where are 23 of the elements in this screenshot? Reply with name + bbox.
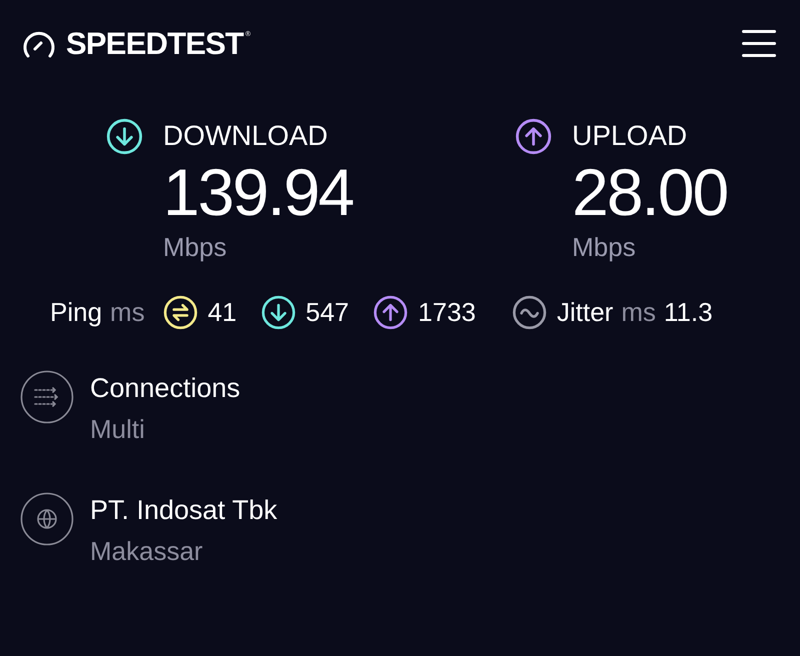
globe-icon: [20, 492, 74, 546]
wave-icon: [512, 295, 547, 330]
result-label: UPLOAD: [572, 119, 688, 153]
jitter-label: Jitter: [556, 296, 614, 329]
result-label: DOWNLOAD: [163, 119, 329, 153]
result-unit: Mbps: [572, 231, 637, 264]
result-value: 28.00: [572, 155, 728, 229]
ping-value: 547: [306, 296, 350, 329]
ping-unit: ms: [110, 296, 145, 329]
ping-label: Ping: [50, 296, 102, 329]
logo-text: SPEEDTEST: [66, 28, 244, 59]
dotted-arrows-icon: [20, 370, 74, 424]
ping-value: 41: [208, 296, 237, 329]
jitter-value: 11.3: [664, 296, 713, 329]
result-unit: Mbps: [163, 231, 228, 264]
detail-subtitle: Makassar: [90, 535, 204, 568]
ping-value: 1733: [418, 296, 476, 329]
swap-arrows-icon: [162, 295, 198, 330]
detail-title: Connections: [90, 372, 240, 405]
jitter-unit: ms: [621, 296, 656, 329]
result-value: 139.94: [163, 155, 353, 229]
detail-title: PT. Indosat Tbk: [90, 494, 278, 527]
detail-subtitle: Multi: [90, 413, 146, 446]
